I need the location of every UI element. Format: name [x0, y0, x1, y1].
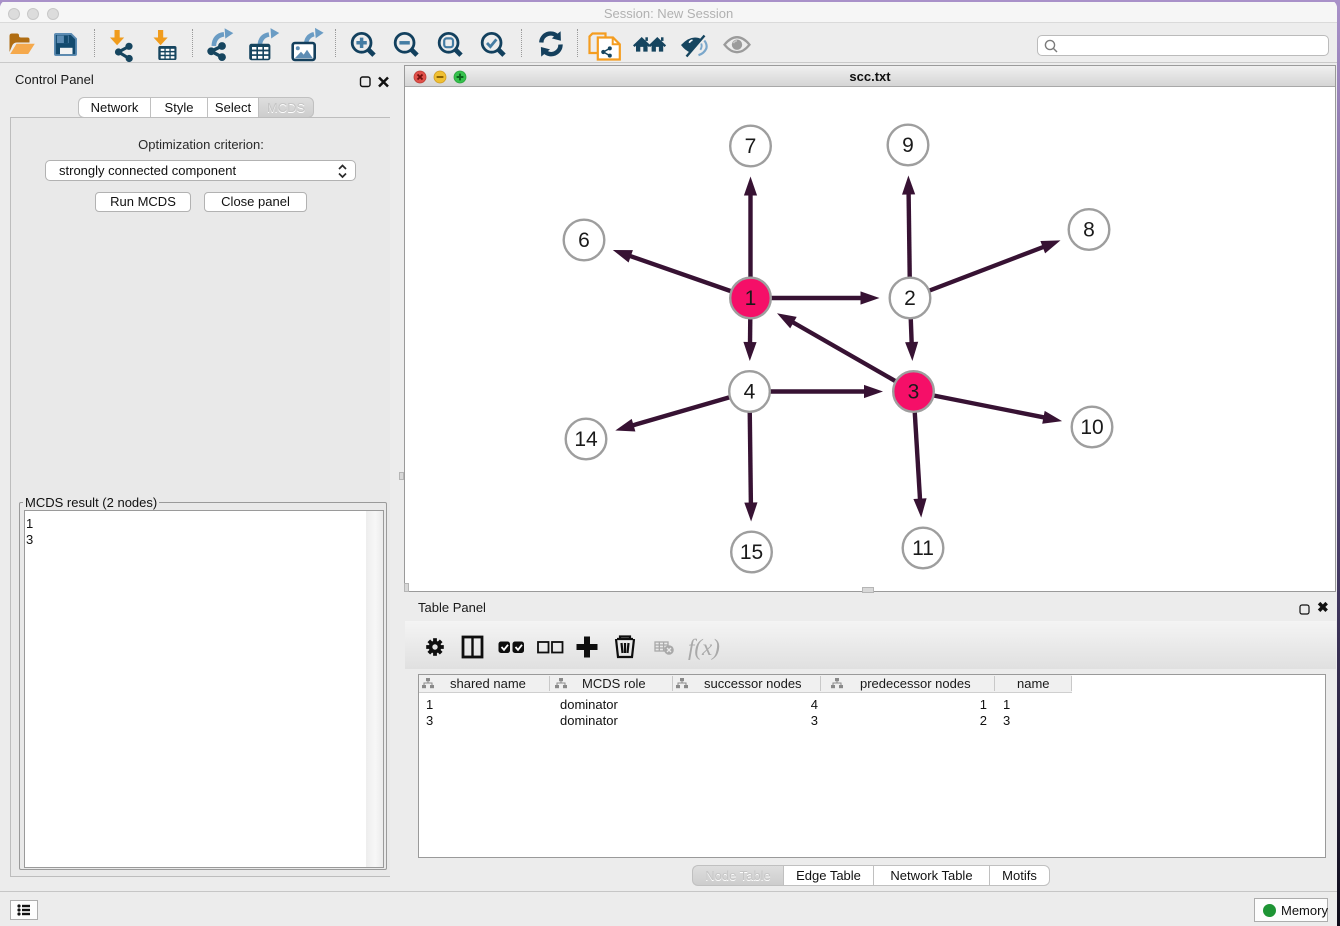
svg-text:8: 8: [1083, 219, 1095, 242]
svg-text:f(x): f(x): [688, 635, 720, 660]
svg-text:10: 10: [1080, 416, 1103, 439]
svg-text:15: 15: [740, 541, 763, 564]
svg-text:14: 14: [574, 428, 598, 451]
svg-text:3: 3: [908, 381, 920, 404]
svg-text:7: 7: [745, 135, 757, 158]
svg-text:9: 9: [902, 134, 914, 157]
svg-text:11: 11: [912, 537, 934, 560]
svg-text:1: 1: [745, 287, 757, 310]
svg-text:2: 2: [904, 287, 916, 310]
svg-text:6: 6: [578, 229, 590, 252]
svg-text:4: 4: [744, 381, 756, 404]
